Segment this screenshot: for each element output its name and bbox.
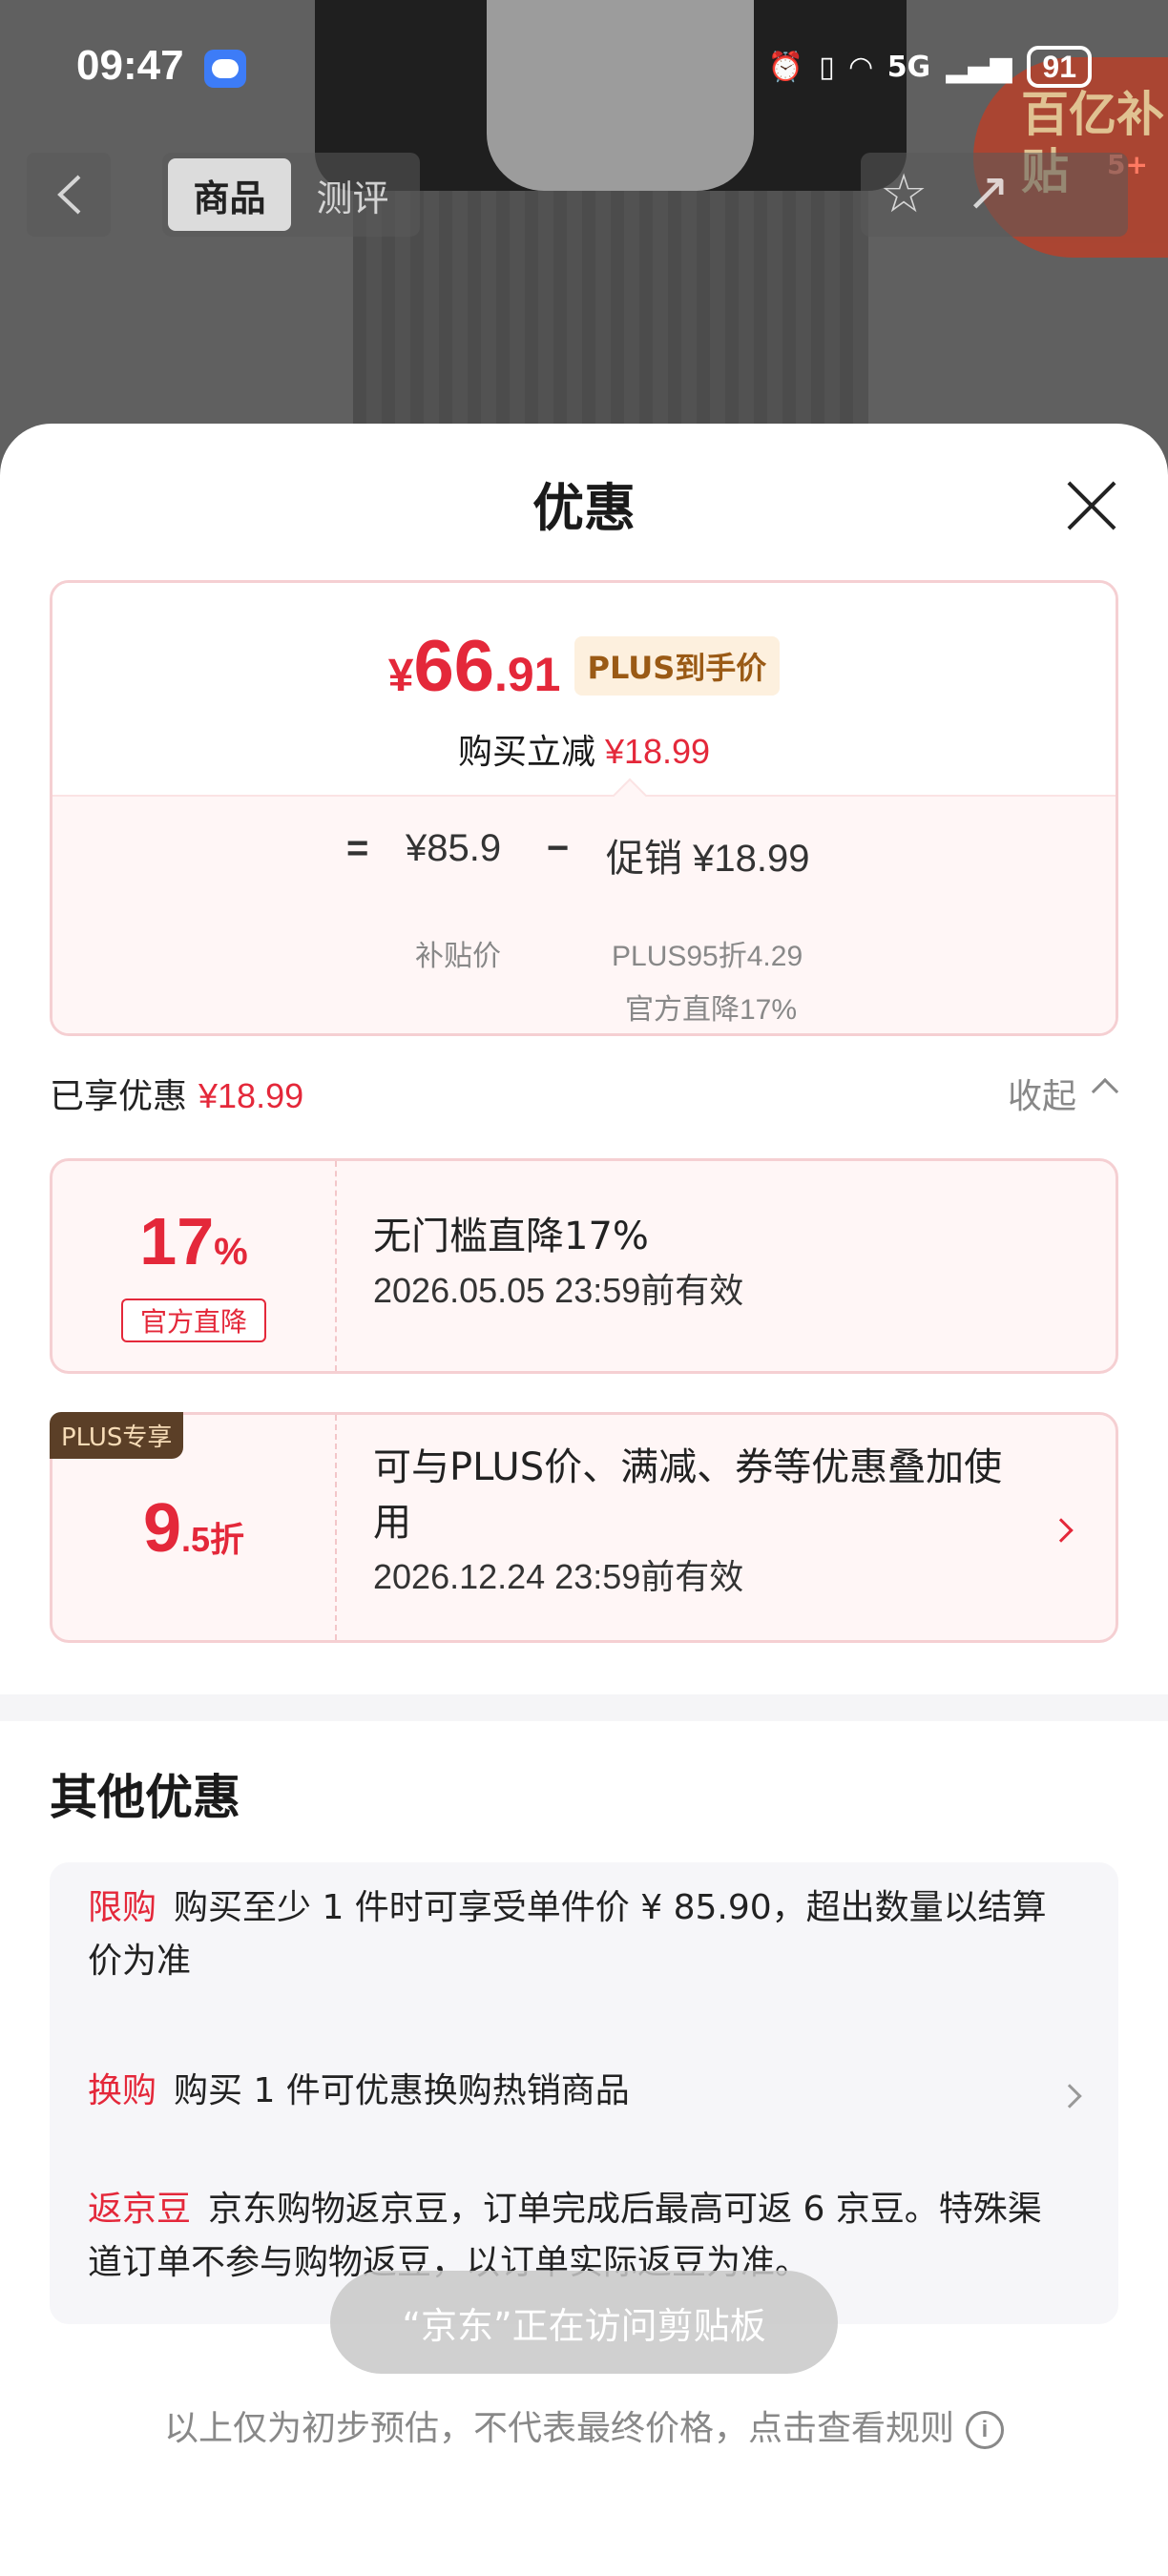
message-notification-icon bbox=[204, 50, 246, 88]
status-icons: ⏰ ▯ ◠ 5G ▂▄▆ 91 bbox=[768, 46, 1092, 88]
price-breakdown: = ¥85.9 − 促销 ¥18.99 补贴价 PLUS95折4.29 官方直降… bbox=[52, 795, 1116, 1033]
nav-actions: ☆ ↗ bbox=[861, 153, 1128, 237]
instant-discount: 购买立减 ¥18.99 bbox=[457, 732, 711, 772]
chevron-left-icon bbox=[57, 175, 81, 215]
wifi-icon: ◠ bbox=[849, 50, 872, 84]
sheet-title: 优惠 bbox=[532, 478, 636, 538]
enjoyed-discount: 已享优惠 ¥18.99 bbox=[50, 1076, 304, 1116]
subsidy-price: ¥85.9 bbox=[406, 827, 502, 869]
share-icon[interactable]: ↗ bbox=[966, 164, 1011, 221]
chevron-right-icon[interactable] bbox=[1049, 1518, 1074, 1543]
rules-footnote[interactable]: 以上仅为初步预估，不代表最终价格，点击查看规则 i bbox=[0, 2400, 1168, 2450]
coupon-value: 9.5折 bbox=[142, 1490, 245, 1567]
coupon-expiry: 2026.12.24 23:59前有效 bbox=[373, 1557, 744, 1596]
other-discounts-title: 其他优惠 bbox=[50, 1770, 240, 1825]
status-bar: 09:47 ⏰ ▯ ◠ 5G ▂▄▆ 91 bbox=[0, 0, 1168, 134]
price-summary-card: ¥66.91 PLUS到手价 购买立减 ¥18.99 = ¥85.9 − 促销 ¥… bbox=[50, 580, 1118, 1036]
network-label: 5G bbox=[886, 50, 931, 84]
product-page-background: 百亿补贴 5+ 商品 测评 ☆ ↗ 09:47 ⏰ ▯ ◠ 5G ▂▄▆ 91 bbox=[0, 0, 1168, 496]
tab-product[interactable]: 商品 bbox=[168, 158, 291, 231]
chevron-right-icon[interactable] bbox=[1057, 2084, 1082, 2109]
product-nav-bar: 商品 测评 ☆ ↗ bbox=[0, 153, 1168, 240]
promotion-amount: 促销 ¥18.99 bbox=[606, 838, 810, 880]
coupon-title: 无门槛直降17% bbox=[373, 1215, 649, 1258]
coupon-title: 可与PLUS价、满减、券等优惠叠加使用 bbox=[373, 1445, 1003, 1545]
promo-detail-official: 官方直降17% bbox=[625, 994, 798, 1026]
list-item-purchase-limit: 限购 购买至少 1 件时可享受单件价 ¥ 85.90，超出数量以结算价为准 bbox=[88, 1888, 1047, 1981]
collapse-button[interactable]: 收起 bbox=[1008, 1069, 1076, 1118]
coupon-value: 17% bbox=[139, 1204, 248, 1278]
battery-icon: 91 bbox=[1027, 46, 1092, 88]
final-price: ¥66.91 bbox=[387, 626, 561, 707]
close-icon[interactable] bbox=[1057, 471, 1126, 540]
back-button[interactable] bbox=[27, 153, 111, 237]
alarm-icon: ⏰ bbox=[767, 50, 804, 84]
chevron-up-icon[interactable] bbox=[1091, 1077, 1119, 1106]
coupon-official-discount[interactable]: 17% 官方直降 无门槛直降17% 2026.05.05 23:59前有效 bbox=[50, 1158, 1118, 1374]
equals-sign: = bbox=[346, 827, 369, 869]
clipboard-access-toast: “京东”正在访问剪贴板 bbox=[330, 2271, 838, 2374]
product-tabs: 商品 测评 bbox=[162, 153, 420, 237]
favorite-star-icon[interactable]: ☆ bbox=[880, 166, 928, 223]
coupon-expiry: 2026.05.05 23:59前有效 bbox=[373, 1271, 744, 1310]
coupon-type-tag: 官方直降 bbox=[121, 1298, 266, 1342]
subsidy-price-label: 补贴价 bbox=[415, 941, 501, 972]
battery-level: 91 bbox=[1042, 49, 1076, 84]
vibrate-icon: ▯ bbox=[819, 50, 835, 84]
minus-sign: − bbox=[547, 827, 570, 869]
info-icon[interactable]: i bbox=[966, 2411, 1004, 2449]
section-divider bbox=[0, 1694, 1168, 1721]
list-item-trade-in[interactable]: 换购 购买 1 件可优惠换购热销商品 bbox=[88, 2065, 1052, 2118]
status-time: 09:47 bbox=[76, 42, 184, 89]
coupon-plus-exclusive[interactable]: PLUS专享 9.5折 可与PLUS价、满减、券等优惠叠加使用 2026.12.… bbox=[50, 1412, 1118, 1643]
plus-price-tag: PLUS到手价 bbox=[574, 636, 781, 696]
signal-icon: ▂▄▆ bbox=[946, 50, 1012, 84]
other-discounts-list: 限购 购买至少 1 件时可享受单件价 ¥ 85.90，超出数量以结算价为准 换购购… bbox=[50, 1862, 1118, 2324]
discount-sheet: 优惠 ¥66.91 PLUS到手价 购买立减 ¥18.99 = ¥85.9 − 促… bbox=[0, 424, 1168, 2576]
tab-review[interactable]: 测评 bbox=[291, 158, 414, 231]
promo-detail-plus: PLUS95折4.29 bbox=[612, 941, 803, 972]
